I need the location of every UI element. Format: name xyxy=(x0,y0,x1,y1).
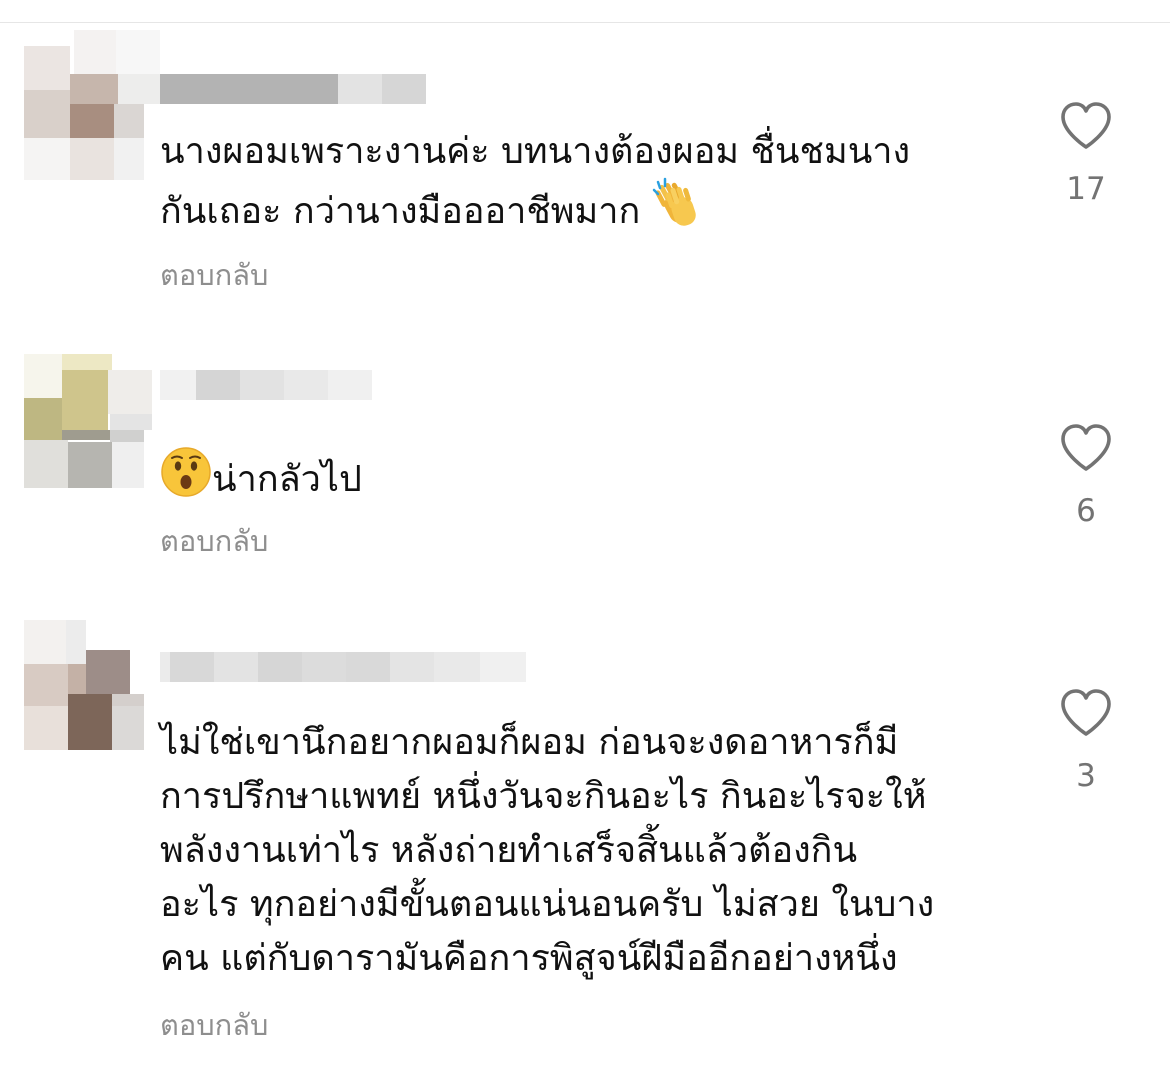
comment-text: น่ากลัวไป xyxy=(160,446,1020,504)
username-redacted[interactable] xyxy=(160,370,372,400)
clapping-hands-icon xyxy=(652,177,696,226)
username-redacted[interactable] xyxy=(160,74,426,104)
comment-text-line: กันเถอะ กว่านางมือออาชีพมาก xyxy=(160,176,1020,236)
comment-2: น่ากลัวไป ตอบกลับ 6 xyxy=(0,330,1170,600)
like-area: 3 xyxy=(1050,687,1122,795)
heart-icon[interactable] xyxy=(1058,687,1114,739)
comment-text-line: ไม่ใช่เขานึกอยากผอมก็ผอม ก่อนจะงดอาหารก็… xyxy=(160,722,899,763)
comment-text-line: นางผอมเพราะงานค่ะ บทนางต้องผอม ชื่นชมนาง xyxy=(160,131,911,172)
comment-text: ไม่ใช่เขานึกอยากผอมก็ผอม ก่อนจะงดอาหารก็… xyxy=(160,716,1020,986)
reply-button[interactable]: ตอบกลับ xyxy=(160,257,268,293)
like-area: 17 xyxy=(1050,100,1122,208)
reply-button[interactable]: ตอบกลับ xyxy=(160,523,268,559)
comment-3: ไม่ใช่เขานึกอยากผอมก็ผอม ก่อนจะงดอาหารก็… xyxy=(0,600,1170,1082)
like-count: 6 xyxy=(1076,493,1096,529)
comment-text-line: คน แต่กับดารามันคือการพิสูจน์ฝีมืออีกอย่… xyxy=(160,938,898,979)
comment-1: นางผอมเพราะงานค่ะ บทนางต้องผอม ชื่นชมนาง… xyxy=(0,0,1170,330)
like-area: 6 xyxy=(1050,422,1122,530)
avatar[interactable] xyxy=(24,354,152,504)
reply-button[interactable]: ตอบกลับ xyxy=(160,1007,268,1043)
avatar[interactable] xyxy=(24,620,144,770)
comment-text-line: น่ากลัวไป xyxy=(160,446,1020,504)
like-count: 3 xyxy=(1076,758,1096,794)
comment-text-line: อะไร ทุกอย่างมีขั้นตอนแน่นอนครับ ไม่สวย … xyxy=(160,884,935,925)
username-redacted[interactable] xyxy=(160,652,526,682)
comment-text-line: พลังงานเท่าไร หลังถ่ายทำเสร็จสิ้นแล้วต้อ… xyxy=(160,830,858,871)
avatar[interactable] xyxy=(24,30,160,180)
like-count: 17 xyxy=(1066,171,1106,207)
heart-icon[interactable] xyxy=(1058,422,1114,474)
heart-icon[interactable] xyxy=(1058,100,1114,152)
surprised-face-icon xyxy=(161,447,211,497)
comment-text-line: การปรึกษาแพทย์ หนึ่งวันจะกินอะไร กินอะไร… xyxy=(160,776,927,817)
comment-text: นางผอมเพราะงานค่ะ บทนางต้องผอม ชื่นชมนาง… xyxy=(160,128,1020,236)
